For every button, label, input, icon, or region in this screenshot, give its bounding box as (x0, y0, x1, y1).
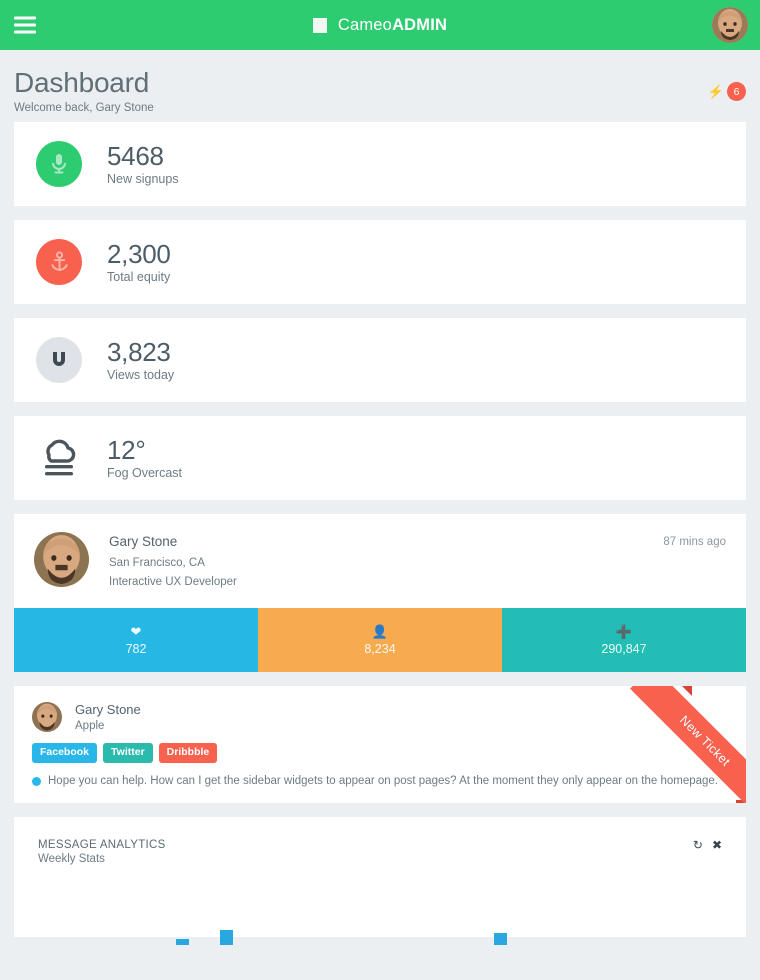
heart-icon: ❤ (130, 623, 142, 639)
chart-bar (176, 939, 189, 945)
fog-overcast-glyph (45, 439, 76, 476)
profile-info: Gary Stone San Francisco, CA Interactive… (109, 532, 237, 592)
profile-name: Gary Stone (109, 534, 178, 549)
profile-tile-value: 782 (125, 641, 147, 656)
square-logo-icon (312, 17, 327, 33)
widget-header: MESSAGE ANALYTICS Weekly Stats ↻ ✖ (38, 839, 722, 865)
widget-subtitle: Weekly Stats (38, 853, 105, 865)
ticket-company: Apple (75, 720, 105, 732)
stat-value: 3,823 (107, 337, 171, 367)
page-title: Dashboard (14, 67, 150, 98)
profile-card: Gary Stone San Francisco, CA Interactive… (14, 514, 746, 672)
user-avatar[interactable] (712, 7, 748, 43)
tag-dribbble[interactable]: Dribbble (158, 743, 218, 763)
stat-text: 5468 New signups (107, 141, 179, 187)
close-icon[interactable]: ✖ (712, 839, 722, 851)
avatar-image (32, 702, 62, 732)
stat-card-total-equity[interactable]: 2,300 Total equity (14, 220, 746, 304)
chart-bar (220, 930, 233, 945)
profile-tile-followers[interactable]: 👤 8,234 (258, 608, 502, 672)
microphone-glyph (52, 154, 66, 174)
brand-logo[interactable]: CameoADMIN (312, 16, 447, 35)
anchor-icon (36, 239, 82, 285)
tag-twitter[interactable]: Twitter (103, 743, 153, 763)
stat-card-new-signups[interactable]: 5468 New signups (14, 122, 746, 206)
widget-title: MESSAGE ANALYTICS (38, 839, 166, 851)
stat-label: Fog Overcast (107, 466, 183, 480)
ribbon-fold-bottom (736, 800, 746, 803)
ticket-tags: Facebook Twitter Dribbble (32, 743, 728, 763)
anchor-glyph (50, 250, 68, 271)
message-analytics-widget: MESSAGE ANALYTICS Weekly Stats ↻ ✖ (14, 817, 746, 945)
notification-count-badge: 6 (727, 82, 746, 101)
widget-body: MESSAGE ANALYTICS Weekly Stats ↻ ✖ (14, 817, 746, 945)
magnet-icon (36, 337, 82, 383)
weekly-stats-bar-chart (38, 885, 722, 945)
profile-location: San Francisco, CA (109, 557, 205, 569)
ticket-header: Gary Stone Apple (32, 702, 728, 732)
hamburger-bar (14, 16, 36, 20)
plus-icon: ➕ (615, 623, 633, 639)
avatar[interactable] (32, 702, 62, 732)
hamburger-bar (14, 23, 36, 27)
ticket-card: New Ticket Gary Stone Apple Facebook Twi… (14, 686, 746, 803)
stat-card-body: 2,300 Total equity (14, 220, 746, 304)
widget-titles: MESSAGE ANALYTICS Weekly Stats (38, 839, 166, 865)
profile-timestamp: 87 mins ago (663, 536, 726, 548)
person-icon: 👤 (371, 623, 389, 639)
top-navigation-bar: CameoADMIN (0, 0, 760, 50)
profile-tile-likes[interactable]: ❤ 782 (14, 608, 258, 672)
avatar-image (34, 532, 89, 587)
stat-text: 2,300 Total equity (107, 239, 171, 285)
profile-tile-value: 8,234 (364, 641, 396, 656)
stat-label: Views today (107, 368, 175, 382)
brand-title: CameoADMIN (338, 16, 447, 35)
ribbon-fold-top (681, 686, 692, 696)
stat-text: 3,823 Views today (107, 337, 175, 383)
page-header: Dashboard Welcome back, Gary Stone ⚡ 6 (0, 50, 760, 122)
stat-text: 12° Fog Overcast (107, 435, 183, 481)
bolt-icon: ⚡ (707, 84, 724, 99)
stat-value: 12° (107, 435, 146, 465)
stat-card-body: 12° Fog Overcast (14, 416, 746, 500)
status-dot-icon (32, 776, 41, 786)
brand-title-bold: ADMIN (392, 15, 448, 34)
refresh-icon[interactable]: ↻ (693, 839, 703, 851)
stat-label: New signups (107, 172, 179, 186)
ticket-author-name: Gary Stone (75, 702, 141, 717)
microphone-icon (36, 141, 82, 187)
stat-card-body: 3,823 Views today (14, 318, 746, 402)
stat-card-weather[interactable]: 12° Fog Overcast (14, 416, 746, 500)
chart-bar (494, 933, 507, 945)
avatar-image (712, 7, 748, 43)
magnet-glyph (53, 351, 65, 366)
ticket-message-row: Hope you can help. How can I get the sid… (32, 775, 728, 787)
hamburger-menu-icon[interactable] (14, 16, 36, 34)
stat-card-body: 5468 New signups (14, 122, 746, 206)
brand-title-light: Cameo (337, 15, 393, 34)
stat-value: 2,300 (107, 239, 171, 269)
stat-value: 5468 (107, 141, 164, 171)
profile-stat-tiles: ❤ 782 👤 8,234 ➕ 290,847 (14, 608, 746, 672)
fog-overcast-icon (36, 435, 82, 481)
hamburger-bar (14, 30, 36, 34)
profile-tile-add[interactable]: ➕ 290,847 (502, 608, 746, 672)
profile-tile-value: 290,847 (601, 641, 647, 656)
stat-card-views-today[interactable]: 3,823 Views today (14, 318, 746, 402)
page-subtitle: Welcome back, Gary Stone (14, 102, 154, 114)
tag-facebook[interactable]: Facebook (32, 743, 98, 763)
stat-label: Total equity (107, 270, 171, 284)
widget-toolbar: ↻ ✖ (693, 839, 722, 851)
profile-role: Interactive UX Developer (109, 576, 237, 588)
avatar[interactable] (34, 532, 89, 587)
dashboard-content: 5468 New signups 2,300 Total equity 3,82… (0, 122, 760, 945)
ticket-message-text: Hope you can help. How can I get the sid… (48, 775, 718, 787)
ticket-meta: Gary Stone Apple (75, 702, 141, 732)
profile-header: Gary Stone San Francisco, CA Interactive… (14, 514, 746, 608)
notifications-button[interactable]: ⚡ 6 (708, 82, 746, 101)
